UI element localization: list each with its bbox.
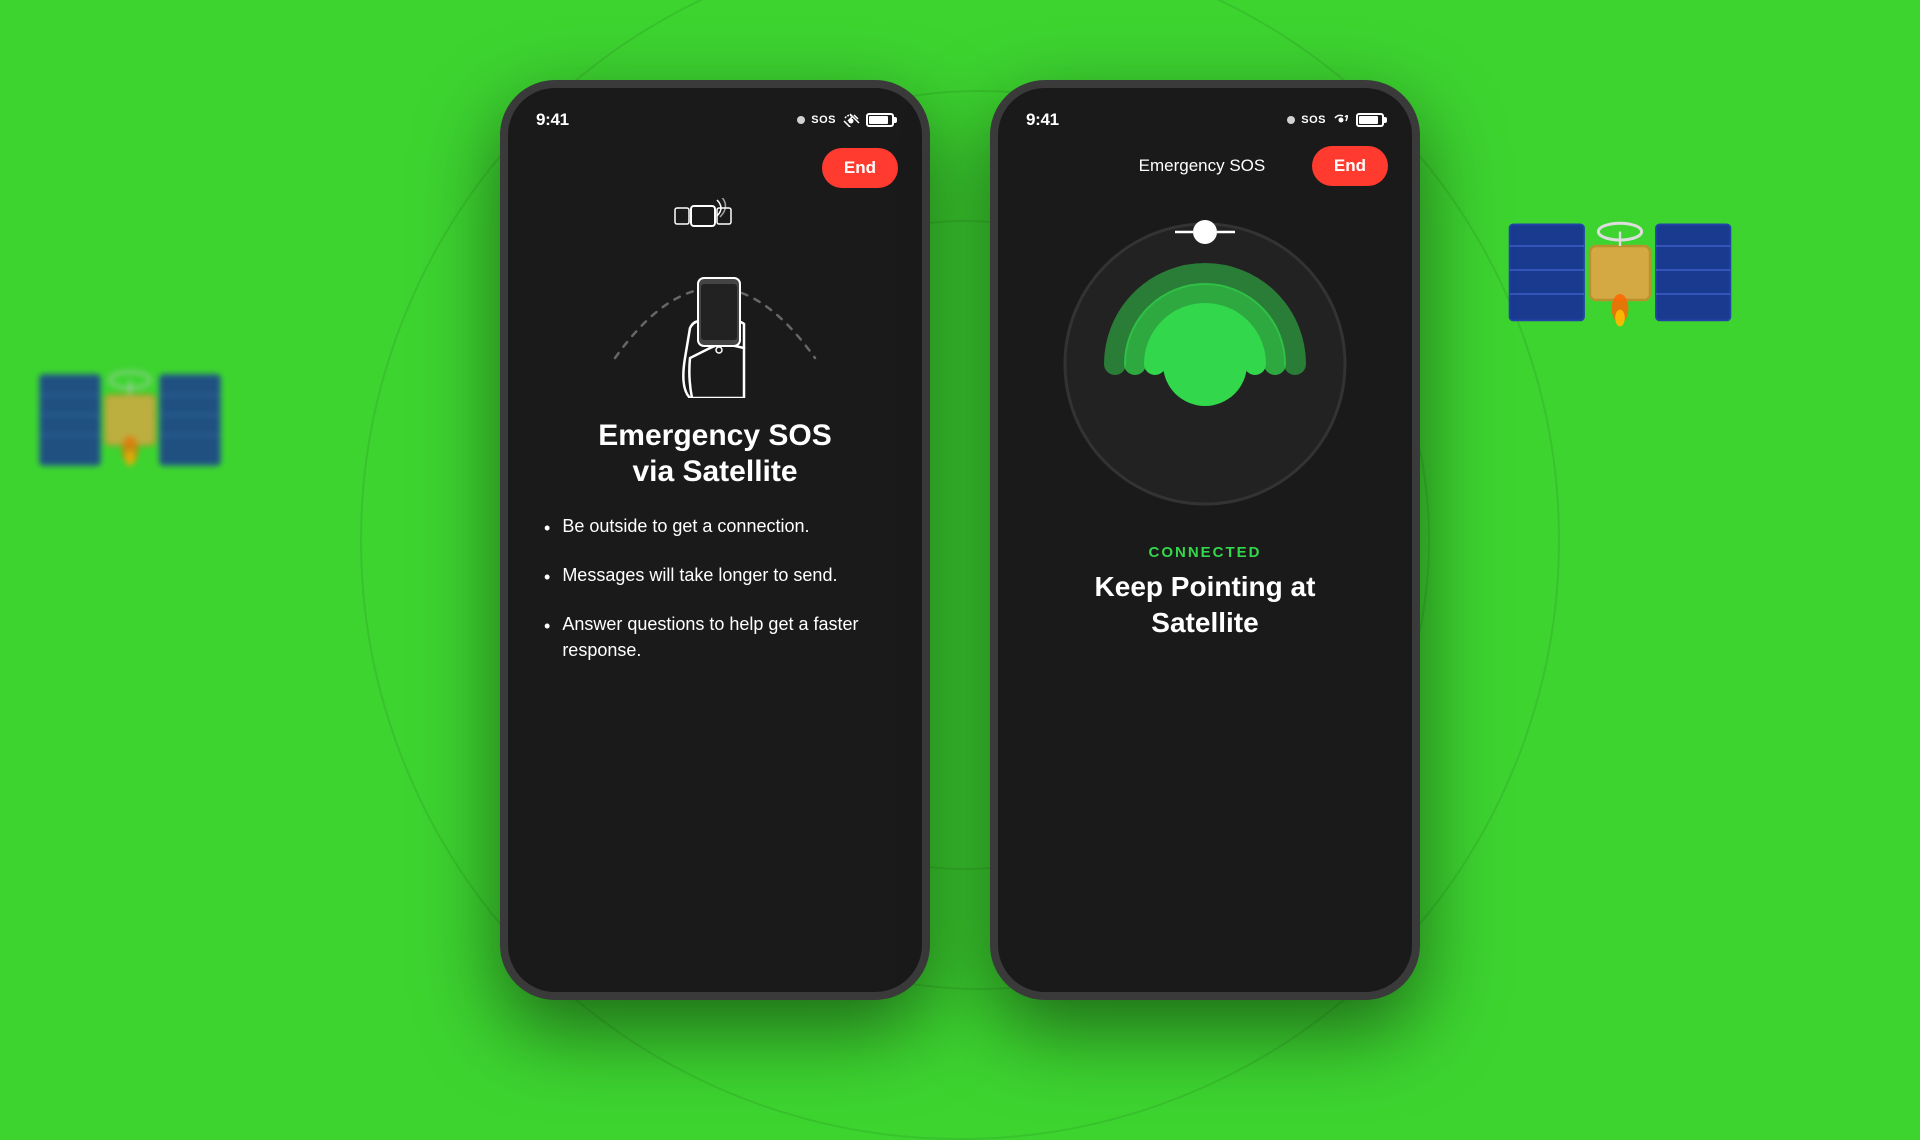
sos-label-1: SOS [811, 114, 836, 126]
bullet-item-2: • Messages will take longer to send. [544, 563, 886, 590]
signal-dot [797, 116, 805, 124]
battery-icon-1 [866, 113, 894, 127]
bullet-dot-2: • [544, 565, 550, 590]
satellite-left-decoration [30, 320, 310, 600]
pointing-title: Keep Pointing at Satellite [1065, 569, 1346, 642]
satellite-status-icon-2 [1332, 113, 1350, 127]
bullet-item-1: • Be outside to get a connection. [544, 514, 886, 541]
satellite-arc-animation [585, 198, 845, 398]
bullet-list: • Be outside to get a connection. • Mess… [508, 514, 922, 685]
signal-dot-2 [1287, 116, 1295, 124]
bullet-dot-1: • [544, 516, 550, 541]
status-bar-2: 9:41 SOS [998, 88, 1412, 138]
end-button-1[interactable]: End [822, 148, 898, 188]
phone-2: 9:41 SOS Emergency SOS End [990, 80, 1420, 1000]
signal-indicator [1055, 214, 1355, 514]
connected-label: CONNECTED [1148, 544, 1261, 561]
satellite-status-icon [842, 113, 860, 127]
bullet-item-3: • Answer questions to help get a faster … [544, 612, 886, 662]
signal-svg [1055, 214, 1355, 514]
phone-hand-illustration [670, 268, 760, 398]
phones-container: 9:41 SOS End [500, 80, 1420, 1000]
satellite-right-decoration [1500, 150, 1760, 410]
sos-label-2: SOS [1301, 114, 1326, 126]
end-button-2[interactable]: End [1312, 146, 1388, 186]
phone2-content: CONNECTED Keep Pointing at Satellite [998, 194, 1412, 642]
status-bar-1: 9:41 SOS [508, 88, 922, 138]
battery-icon-2 [1356, 113, 1384, 127]
nav-bar-2: Emergency SOS End [998, 138, 1412, 194]
status-icons-1: SOS [797, 113, 894, 127]
phone-1: 9:41 SOS End [500, 80, 930, 1000]
bullet-dot-3: • [544, 614, 550, 639]
time-1: 9:41 [536, 110, 569, 130]
nav-title: Emergency SOS [1139, 156, 1266, 176]
time-2: 9:41 [1026, 110, 1059, 130]
status-icons-2: SOS [1287, 113, 1384, 127]
phone1-title: Emergency SOS via Satellite [568, 418, 861, 490]
